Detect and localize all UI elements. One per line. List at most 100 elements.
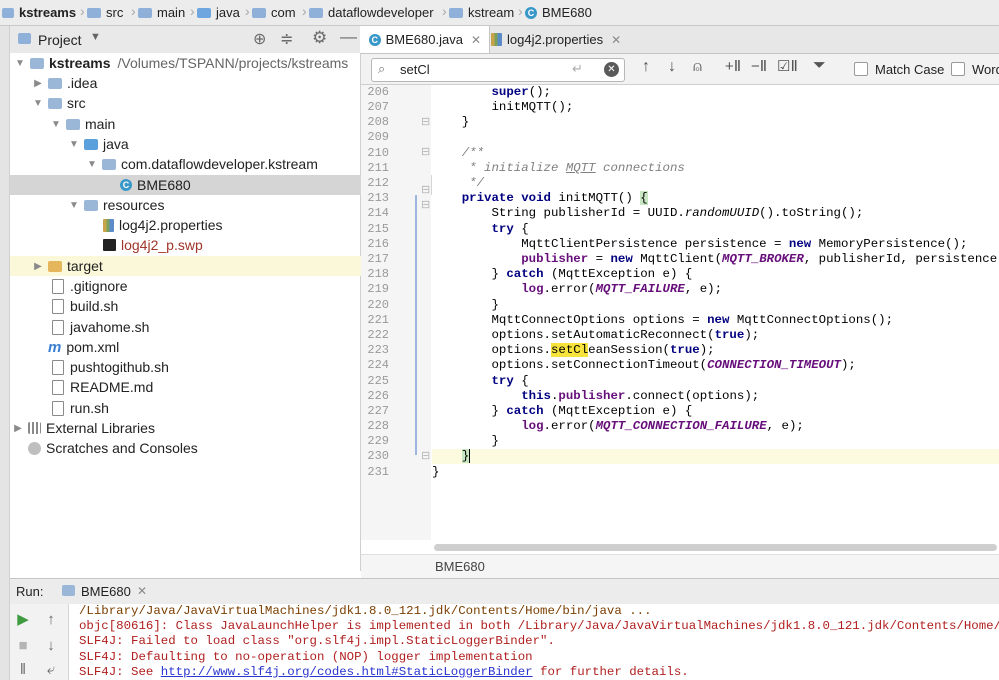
- scrollbar-thumb[interactable]: [434, 544, 997, 551]
- line-number[interactable]: 212: [361, 176, 389, 190]
- line-number[interactable]: 207: [361, 100, 389, 114]
- tree-item-external-libraries[interactable]: ▶ External Libraries: [10, 418, 362, 438]
- line-number[interactable]: 229: [361, 434, 389, 448]
- pause-icon[interactable]: ‖: [14, 660, 32, 678]
- code-editor[interactable]: super(); initMQTT(); } /** * initialize …: [432, 85, 999, 540]
- find-all-icon[interactable]: ⍝: [693, 58, 702, 75]
- line-number[interactable]: 211: [361, 161, 389, 175]
- breadcrumb-kstreams[interactable]: kstreams: [2, 4, 76, 21]
- line-number[interactable]: 228: [361, 419, 389, 433]
- line-number[interactable]: 216: [361, 237, 389, 251]
- editor-gutter[interactable]: 206 207 208 209 210 211 212 213 214 215 216 217 218 2…: [361, 85, 431, 540]
- tree-item-idea[interactable]: ▶ .idea: [10, 73, 382, 93]
- tree-item-javahome-sh[interactable]: javahome.sh: [10, 317, 400, 337]
- tab-log4j2-properties[interactable]: log4j2.properties ✕: [483, 26, 635, 53]
- line-number[interactable]: 224: [361, 358, 389, 372]
- tab-bme680-java[interactable]: C BME680.java ✕: [361, 26, 490, 53]
- next-occurrence-icon[interactable]: ↓: [668, 58, 676, 76]
- hide-panel-icon[interactable]: —: [340, 27, 357, 47]
- remove-selection-icon[interactable]: −Ⅱ: [751, 57, 767, 75]
- words-checkbox[interactable]: [951, 62, 965, 76]
- tree-item-gitignore[interactable]: .gitignore: [10, 276, 400, 296]
- line-number[interactable]: 208: [361, 115, 389, 129]
- select-all-occurrences-icon[interactable]: ☑Ⅱ: [777, 57, 798, 75]
- fold-marker-icon[interactable]: ⊟: [421, 449, 430, 462]
- find-input-box[interactable]: ⌕ setCl ↵ ✕: [371, 58, 625, 82]
- left-tool-window-strip[interactable]: [0, 26, 10, 680]
- line-number[interactable]: 210: [361, 146, 389, 160]
- tree-item-kstreams[interactable]: ▼ kstreams /Volumes/TSPANN/projects/kstr…: [10, 53, 364, 73]
- soft-wrap-icon[interactable]: ⤶: [42, 660, 60, 678]
- collapsed-arrow-icon[interactable]: ▶: [32, 261, 44, 272]
- line-number[interactable]: 213: [361, 191, 389, 205]
- words-label[interactable]: Words: [972, 62, 999, 77]
- fold-marker-icon[interactable]: ⊟: [421, 115, 430, 128]
- project-view-title[interactable]: Project: [38, 32, 82, 48]
- collapsed-arrow-icon[interactable]: ▶: [32, 78, 44, 89]
- line-number[interactable]: 231: [361, 465, 389, 479]
- breadcrumb-com[interactable]: com: [252, 4, 296, 21]
- console-link[interactable]: http://www.slf4j.org/codes.html#StaticLo…: [161, 665, 533, 679]
- expand-arrow-icon[interactable]: ▼: [32, 98, 44, 109]
- filter-icon[interactable]: ⏷: [813, 57, 826, 75]
- breadcrumb-main[interactable]: main: [138, 4, 185, 21]
- line-number[interactable]: 227: [361, 404, 389, 418]
- expand-arrow-icon[interactable]: ▼: [14, 58, 26, 69]
- tree-item-resources[interactable]: ▼ resources: [10, 195, 418, 215]
- newline-icon[interactable]: ↵: [572, 61, 583, 77]
- tree-item-target[interactable]: ▶ target: [10, 256, 382, 276]
- fold-marker-icon[interactable]: ⊟: [421, 198, 430, 211]
- horizontal-scrollbar[interactable]: [432, 541, 999, 553]
- breadcrumb-bme680[interactable]: C BME680: [525, 4, 592, 21]
- run-tab-label[interactable]: BME680: [81, 584, 131, 599]
- locate-target-icon[interactable]: ⊕: [253, 29, 266, 49]
- run-console[interactable]: /Library/Java/JavaVirtualMachines/jdk1.8…: [69, 604, 999, 680]
- close-tab-icon[interactable]: ✕: [611, 33, 621, 47]
- gear-icon[interactable]: ⚙: [312, 28, 327, 48]
- fold-marker-icon[interactable]: ⊟: [421, 145, 430, 158]
- breadcrumb-dataflowdeveloper[interactable]: dataflowdeveloper: [309, 4, 434, 21]
- breadcrumb-java[interactable]: java: [197, 4, 240, 21]
- tree-item-src[interactable]: ▼ src: [10, 93, 382, 113]
- search-input[interactable]: setCl: [400, 62, 430, 77]
- fold-marker-icon[interactable]: ⊟: [421, 183, 430, 196]
- line-number[interactable]: 220: [361, 298, 389, 312]
- line-number[interactable]: 221: [361, 313, 389, 327]
- line-number[interactable]: 214: [361, 206, 389, 220]
- stop-icon[interactable]: ■: [14, 636, 32, 654]
- collapse-all-icon[interactable]: ≑: [280, 29, 293, 49]
- match-case-label[interactable]: Match Case: [875, 62, 944, 77]
- add-selection-icon[interactable]: +Ⅱ: [725, 57, 741, 75]
- match-case-checkbox[interactable]: [854, 62, 868, 76]
- tree-item-pushtogithub-sh[interactable]: pushtogithub.sh: [10, 357, 400, 377]
- line-number[interactable]: 215: [361, 222, 389, 236]
- close-run-tab-icon[interactable]: ✕: [137, 584, 147, 598]
- expand-arrow-icon[interactable]: ▼: [50, 119, 62, 130]
- tree-item-pom-xml[interactable]: m pom.xml: [10, 337, 398, 357]
- line-number[interactable]: 223: [361, 343, 389, 357]
- collapsed-arrow-icon[interactable]: ▶: [12, 423, 24, 434]
- line-number[interactable]: 217: [361, 252, 389, 266]
- tree-item-java[interactable]: ▼ java: [10, 134, 418, 154]
- tree-item-readme[interactable]: README.md: [10, 377, 400, 397]
- line-number[interactable]: 222: [361, 328, 389, 342]
- line-number[interactable]: 226: [361, 389, 389, 403]
- chevron-down-icon[interactable]: ▼: [90, 31, 101, 43]
- breadcrumb-kstream[interactable]: kstream: [449, 4, 514, 21]
- rerun-icon[interactable]: ▶: [14, 610, 32, 628]
- previous-occurrence-icon[interactable]: ↑: [642, 58, 650, 76]
- breadcrumb-src[interactable]: src: [87, 4, 123, 21]
- tree-item-build-sh[interactable]: build.sh: [10, 296, 400, 316]
- line-number[interactable]: 225: [361, 374, 389, 388]
- tree-item-scratches[interactable]: Scratches and Consoles: [10, 438, 378, 458]
- line-number[interactable]: 209: [361, 130, 389, 144]
- clear-search-icon[interactable]: ✕: [604, 62, 619, 77]
- line-number[interactable]: 219: [361, 282, 389, 296]
- line-number[interactable]: 218: [361, 267, 389, 281]
- tree-item-run-sh[interactable]: run.sh: [10, 398, 400, 418]
- close-tab-icon[interactable]: ✕: [471, 33, 481, 47]
- expand-arrow-icon[interactable]: ▼: [68, 139, 80, 150]
- line-number[interactable]: 230: [361, 449, 389, 463]
- tree-item-main[interactable]: ▼ main: [10, 114, 400, 134]
- editor-breadcrumb-item[interactable]: BME680: [435, 559, 485, 574]
